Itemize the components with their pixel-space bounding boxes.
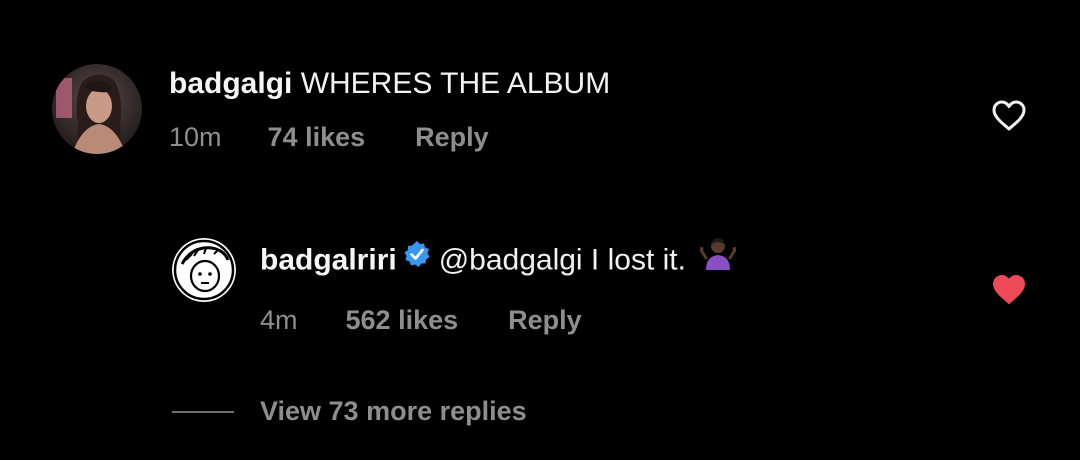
liked-heart-icon[interactable] [991, 274, 1027, 311]
divider-line [172, 410, 234, 413]
username-badgalgi[interactable]: badgalgi [169, 67, 292, 100]
comment-time: 10m [169, 122, 222, 152]
view-more-replies-button[interactable]: View 73 more replies [172, 396, 527, 427]
comment-meta: 10m 74 likes Reply [169, 122, 610, 153]
view-more-replies-label: View 73 more replies [260, 396, 527, 426]
username-badgalriri[interactable]: badgalriri [260, 243, 397, 276]
comment-badgalgi: badgalgi WHERES THE ALBUM 10m 74 likes R… [52, 64, 610, 154]
comment-time: 4m [260, 305, 298, 335]
likes-count[interactable]: 562 likes [346, 305, 459, 336]
avatar-badgalriri[interactable] [172, 238, 236, 302]
comment-badgalriri: badgalriri @badgalgi I lost it. 4m 562 l… [172, 238, 737, 336]
comment-body: badgalriri @badgalgi I lost it. 4m 562 l… [260, 238, 737, 336]
comment-text-line: badgalgi WHERES THE ALBUM [169, 66, 610, 102]
comment-text-line: badgalriri @badgalgi I lost it. [260, 238, 737, 283]
avatar-badgalgi[interactable] [52, 64, 142, 154]
like-heart-icon[interactable] [991, 100, 1027, 137]
reply-button[interactable]: Reply [508, 305, 582, 336]
comment-text: WHERES THE ALBUM [300, 67, 611, 100]
comment-meta: 4m 562 likes Reply [260, 305, 736, 336]
avatar-cartoon-image [172, 238, 236, 302]
comment-body: badgalgi WHERES THE ALBUM 10m 74 likes R… [169, 66, 610, 153]
verified-badge-icon [403, 240, 431, 277]
avatar-photo-image [52, 64, 142, 154]
reply-button[interactable]: Reply [415, 122, 489, 153]
likes-count[interactable]: 74 likes [268, 122, 366, 153]
person-shrugging-emoji-icon [699, 236, 737, 279]
comment-text: @badgalgi I lost it. [438, 243, 686, 277]
